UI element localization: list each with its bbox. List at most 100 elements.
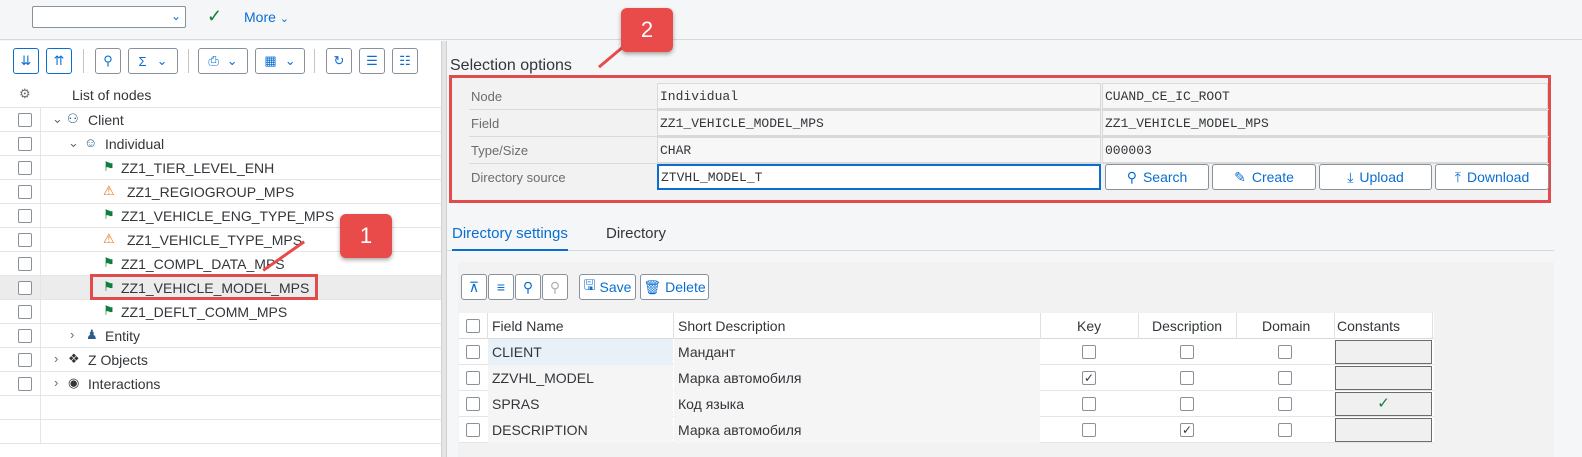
description-checkbox[interactable]: [1180, 371, 1194, 385]
field-name-cell[interactable]: ZZVHL_MODEL: [488, 365, 673, 391]
col-short-description[interactable]: Short Description: [678, 318, 785, 334]
row-checkbox[interactable]: [18, 209, 32, 223]
flag-icon: ⚑: [103, 303, 115, 318]
row-checkbox[interactable]: [18, 113, 32, 127]
expand-icon[interactable]: ›: [70, 327, 74, 342]
description-checkbox[interactable]: [1180, 397, 1194, 411]
tree-node-field[interactable]: ⚑ ZZ1_DEFLT_COMM_MPS: [0, 300, 441, 324]
col-domain[interactable]: Domain: [1262, 318, 1310, 334]
collapse-all-icon[interactable]: ⇈: [46, 48, 72, 74]
top-toolbar: ⌄ ✓ More ⌄: [0, 0, 1582, 40]
tree-node-interactions[interactable]: › ◉ Interactions: [0, 372, 441, 396]
select-all-icon[interactable]: ☰: [359, 48, 385, 74]
row-checkbox[interactable]: [18, 281, 32, 295]
tree-node-individual[interactable]: ⌄ ☺ Individual: [0, 132, 441, 156]
constants-cell-checked[interactable]: ✓: [1335, 392, 1432, 416]
sum-icon[interactable]: Σ ⌄: [128, 48, 178, 74]
field-name-cell[interactable]: SPRAS: [488, 391, 673, 417]
constants-cell[interactable]: [1335, 366, 1432, 390]
domain-checkbox[interactable]: [1278, 371, 1292, 385]
row-checkbox[interactable]: [18, 257, 32, 271]
col-constants[interactable]: Constants: [1337, 318, 1400, 334]
row-checkbox[interactable]: [18, 161, 32, 175]
row-checkbox[interactable]: [18, 353, 32, 367]
node-label: ZZ1_DEFLT_COMM_MPS: [121, 304, 288, 320]
row-checkbox[interactable]: [466, 345, 480, 359]
chevron-down-icon: ⌄: [279, 13, 290, 25]
command-combobox[interactable]: ⌄: [32, 6, 186, 28]
row-checkbox[interactable]: [18, 185, 32, 199]
print-icon[interactable]: ⎙ ⌄: [198, 48, 248, 74]
select-all-checkbox[interactable]: [466, 319, 480, 333]
expand-icon[interactable]: ›: [54, 375, 58, 390]
upload-button[interactable]: ⤓ Upload: [1319, 164, 1432, 190]
description-checkbox-checked[interactable]: ✓: [1180, 423, 1194, 437]
create-label: Create: [1251, 169, 1294, 185]
download-arrow-icon: ⤓: [1347, 168, 1354, 185]
domain-checkbox[interactable]: [1278, 397, 1292, 411]
collapse-icon[interactable]: ⌄: [52, 111, 63, 127]
delete-button[interactable]: 🗑 Delete: [640, 274, 709, 300]
description-checkbox[interactable]: [1180, 345, 1194, 359]
save-label: Save: [599, 279, 632, 295]
field-name-cell[interactable]: CLIENT: [488, 339, 673, 365]
refresh-icon[interactable]: ↻: [326, 48, 352, 74]
column-settings-icon[interactable]: ⚙: [19, 86, 31, 102]
field-name-cell[interactable]: DESCRIPTION: [488, 417, 673, 443]
chevron-down-icon: ⌄: [226, 53, 238, 68]
col-field-name[interactable]: Field Name: [492, 318, 564, 334]
sort-ascending-icon[interactable]: ⊼: [461, 274, 487, 300]
constants-cell[interactable]: [1335, 418, 1432, 442]
domain-checkbox[interactable]: [1278, 345, 1292, 359]
key-checkbox[interactable]: [1082, 423, 1096, 437]
row-checkbox[interactable]: [18, 233, 32, 247]
col-description[interactable]: Description: [1152, 318, 1222, 334]
find-icon[interactable]: ⚲: [515, 274, 541, 300]
row-checkbox[interactable]: [18, 137, 32, 151]
tree-node-field[interactable]: ⚑ ZZ1_TIER_LEVEL_ENH: [0, 156, 441, 180]
tree-node-field[interactable]: ⚠ ZZ1_REGIOGROUP_MPS: [0, 180, 441, 204]
filter-icon[interactable]: ≡: [488, 274, 514, 300]
search-button[interactable]: ⚲ Search: [1105, 164, 1209, 190]
tab-directory[interactable]: Directory: [606, 225, 666, 242]
save-button[interactable]: 🖫 Save: [579, 274, 636, 300]
domain-checkbox[interactable]: [1278, 423, 1292, 437]
short-description-cell: Марка автомобиля: [674, 417, 1040, 443]
expand-icon[interactable]: ›: [54, 351, 58, 366]
collapse-icon[interactable]: ⌄: [68, 135, 79, 151]
directory-source-input[interactable]: ZTVHL_MODEL_T: [657, 164, 1101, 190]
col-key[interactable]: Key: [1077, 318, 1101, 334]
checkmark-icon[interactable]: ✓: [207, 6, 222, 27]
row-checkbox[interactable]: [18, 329, 32, 343]
deselect-all-icon[interactable]: ☷: [392, 48, 418, 74]
tree-node-entity[interactable]: › ♟ Entity: [0, 324, 441, 348]
download-button[interactable]: ⤒ Download: [1435, 164, 1549, 190]
row-checkbox[interactable]: [18, 305, 32, 319]
create-button[interactable]: ✎ Create: [1212, 164, 1316, 190]
key-checkbox[interactable]: [1082, 345, 1096, 359]
node-label: ZZ1_VEHICLE_ENG_TYPE_MPS: [121, 208, 335, 224]
flag-icon: ⚑: [103, 255, 115, 270]
size-value: 000003: [1102, 137, 1548, 163]
tab-directory-settings[interactable]: Directory settings: [452, 225, 568, 251]
table-row: CLIENT Мандант: [459, 339, 1434, 365]
chevron-down-icon[interactable]: ⌄: [171, 9, 181, 23]
row-checkbox[interactable]: [466, 423, 480, 437]
tree-node-client[interactable]: ⌄ ⚇ Client: [0, 108, 441, 132]
row-checkbox[interactable]: [466, 371, 480, 385]
table-view-icon[interactable]: ▦ ⌄: [255, 48, 305, 74]
find-icon[interactable]: ⚲: [95, 48, 121, 74]
tree-empty-row: [0, 396, 441, 420]
field-label: Field: [471, 116, 500, 131]
find-next-icon[interactable]: ⚲: [542, 274, 568, 300]
node-root-value: CUAND_CE_IC_ROOT: [1102, 83, 1548, 109]
row-checkbox[interactable]: [18, 377, 32, 391]
key-checkbox[interactable]: [1082, 397, 1096, 411]
more-menu-button[interactable]: More ⌄: [244, 9, 289, 25]
expand-all-icon[interactable]: ⇊: [13, 48, 39, 74]
constants-cell[interactable]: [1335, 340, 1432, 364]
toolbar-separator: [314, 49, 315, 73]
key-checkbox-checked[interactable]: ✓: [1082, 371, 1096, 385]
tree-node-z-objects[interactable]: › ❖ Z Objects: [0, 348, 441, 372]
row-checkbox[interactable]: [466, 397, 480, 411]
